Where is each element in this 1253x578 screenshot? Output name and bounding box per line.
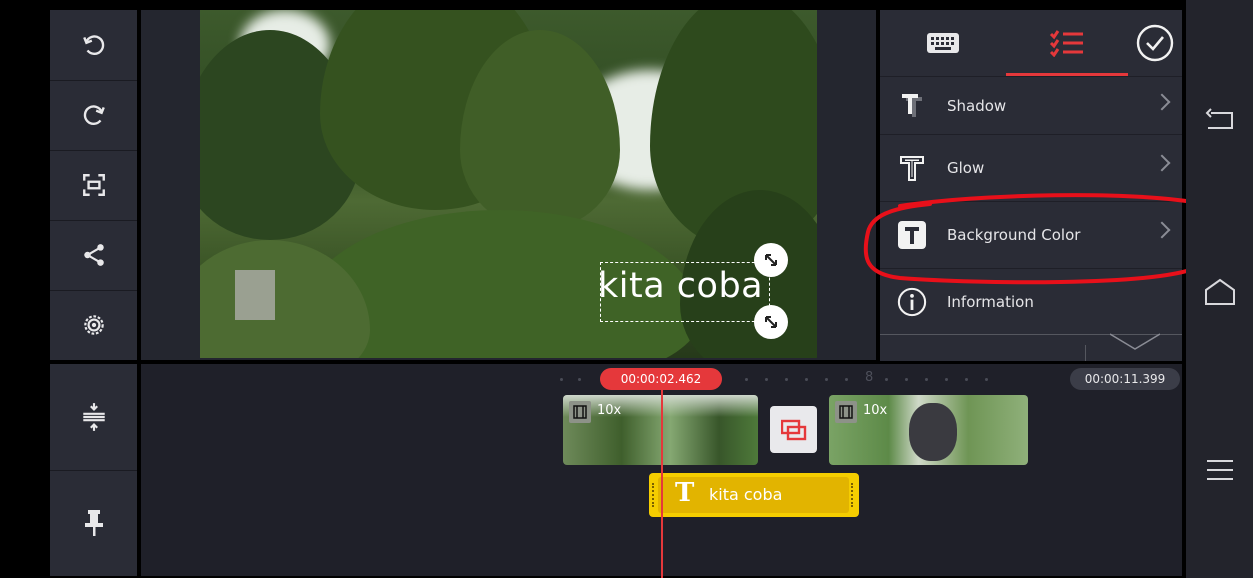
film-icon — [835, 401, 857, 423]
menu-icon — [1207, 460, 1233, 480]
text-shadow-icon — [897, 91, 927, 121]
child-figure — [909, 403, 957, 461]
resize-arrows-icon — [765, 316, 777, 328]
clip-speed: 10x — [863, 403, 888, 418]
text-overlay[interactable]: kita coba — [598, 266, 763, 306]
divider — [1085, 345, 1086, 361]
back-button[interactable] — [1200, 100, 1240, 140]
redo-icon — [83, 105, 105, 125]
chevron-right-icon — [1153, 154, 1171, 172]
settings-button[interactable] — [50, 290, 137, 360]
transition-button[interactable] — [770, 406, 817, 453]
undo-icon — [82, 35, 104, 55]
video-clip[interactable]: 10x — [829, 395, 1028, 465]
trim-handle-right[interactable] — [851, 483, 856, 507]
recent-apps-button[interactable] — [1200, 450, 1240, 490]
system-nav-bar — [1186, 0, 1253, 578]
check-circle-icon — [1136, 24, 1174, 62]
menu-item-label: Shadow — [947, 96, 1007, 115]
menu-item-shadow[interactable]: Shadow — [880, 76, 1182, 134]
clip-speed: 10x — [597, 403, 622, 418]
gear-icon — [83, 315, 104, 335]
panel-footer — [880, 333, 1182, 361]
pin-button[interactable] — [50, 470, 137, 576]
menu-list-icon — [1049, 30, 1083, 57]
panel-tabs — [880, 10, 1182, 76]
text-layer-label: kita coba — [709, 485, 783, 504]
home-button[interactable] — [1200, 272, 1240, 312]
collapse-notch-icon — [1110, 333, 1160, 350]
rotate-arrows-icon — [765, 254, 777, 266]
total-time: 00:00:11.399 — [1070, 368, 1180, 390]
share-button[interactable] — [50, 220, 137, 291]
playhead-time: 00:00:02.462 — [600, 368, 722, 390]
home-icon — [1205, 278, 1235, 305]
share-icon — [83, 244, 104, 266]
redo-button[interactable] — [50, 80, 137, 151]
tab-keyboard[interactable] — [880, 10, 1006, 76]
pin-icon — [84, 510, 103, 536]
trim-handle-left[interactable] — [652, 483, 657, 507]
text-glow-icon — [897, 153, 927, 183]
menu-item-label: Glow — [947, 159, 985, 177]
menu-item-label: Information — [947, 293, 1034, 311]
chevron-right-icon — [1153, 93, 1171, 111]
playhead[interactable] — [661, 390, 663, 578]
resize-handle[interactable] — [754, 305, 788, 339]
left-toolbar — [50, 10, 137, 360]
keyboard-icon — [927, 33, 959, 53]
highlight-annotation — [863, 193, 1218, 285]
undo-button[interactable] — [50, 10, 137, 81]
stone-pillar — [235, 270, 275, 320]
rotate-handle[interactable] — [754, 243, 788, 277]
text-layer[interactable]: T kita coba — [649, 473, 859, 517]
expand-vertical-icon — [82, 403, 105, 431]
fullscreen-icon — [82, 174, 105, 196]
back-icon — [1205, 108, 1233, 129]
timeline-toolbar — [50, 364, 137, 576]
ruler-mark: 8 — [865, 370, 874, 385]
text-layer-icon: T — [675, 478, 695, 508]
fullscreen-button[interactable] — [50, 150, 137, 221]
transition-icon — [780, 419, 806, 440]
confirm-button[interactable] — [1128, 10, 1182, 76]
tab-options-list[interactable] — [1006, 10, 1128, 76]
film-icon — [569, 401, 591, 423]
track-height-button[interactable] — [50, 364, 137, 471]
